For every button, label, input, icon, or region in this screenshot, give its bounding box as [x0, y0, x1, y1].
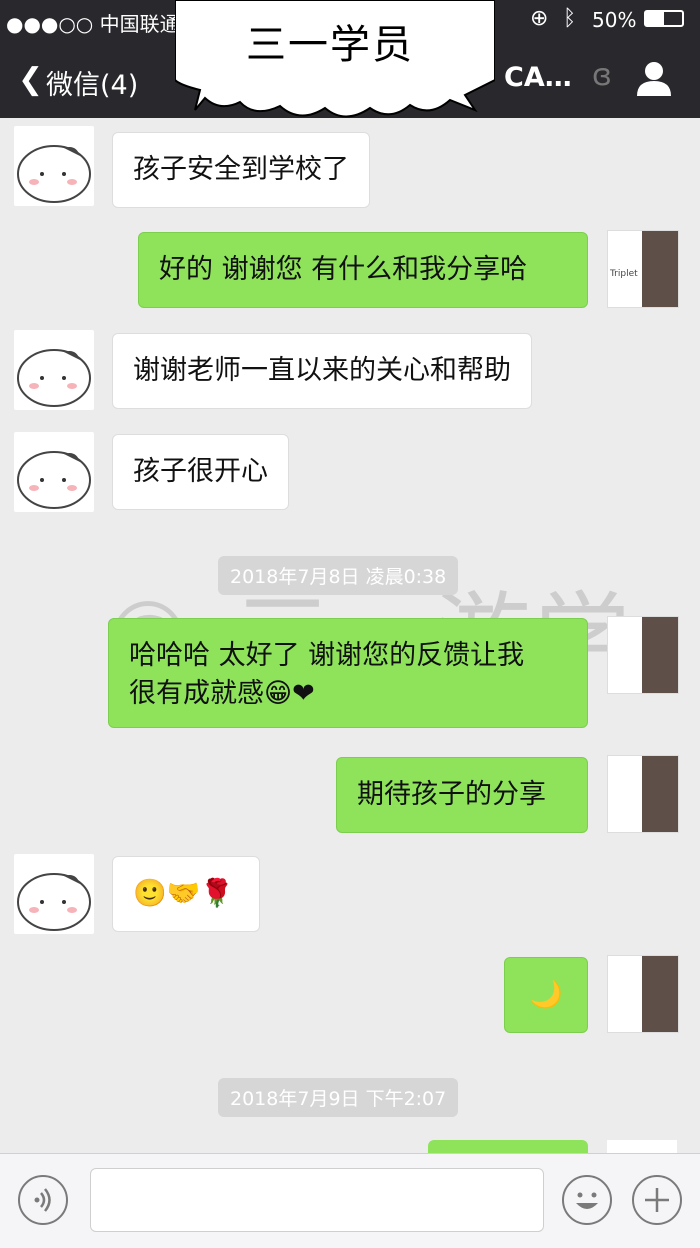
- chevron-left-icon: ❮: [18, 62, 44, 97]
- chat-title: CA…: [504, 62, 572, 93]
- overlay-title: 三一学员: [246, 22, 414, 68]
- user-avatar-partial[interactable]: [607, 1140, 677, 1154]
- contact-avatar[interactable]: [14, 330, 94, 410]
- timestamp: 2018年7月8日 凌晨0:38: [218, 556, 459, 595]
- user-avatar[interactable]: [607, 616, 679, 694]
- message-input[interactable]: [90, 1168, 544, 1232]
- back-label: 微信(4): [46, 70, 139, 101]
- battery-icon: [644, 10, 684, 27]
- message-bubble-outgoing[interactable]: 🌙: [504, 957, 588, 1033]
- contact-avatar[interactable]: [14, 432, 94, 512]
- ear-icon: ɞ: [592, 58, 612, 93]
- voice-icon: [34, 1188, 51, 1212]
- emoji-button[interactable]: [562, 1175, 612, 1225]
- message-bubble-incoming[interactable]: 孩子安全到学校了: [112, 132, 370, 208]
- message-bubble-outgoing[interactable]: 期待孩子的分享: [336, 757, 588, 833]
- voice-button[interactable]: [18, 1175, 68, 1225]
- message-bubble-incoming[interactable]: 🙂🤝🌹: [112, 856, 260, 932]
- plus-icon: [645, 1188, 669, 1212]
- contact-avatar[interactable]: [14, 854, 94, 934]
- message-line: 哈哈哈 太好了 谢谢您的反馈让我: [129, 640, 525, 671]
- contact-avatar[interactable]: [14, 126, 94, 206]
- message-bubble-outgoing[interactable]: 哈哈哈 太好了 谢谢您的反馈让我 很有成就感😁❤: [108, 618, 588, 728]
- profile-icon[interactable]: [634, 60, 674, 96]
- timestamp: 2018年7月9日 下午2:07: [218, 1078, 459, 1117]
- smiley-icon: [576, 1192, 598, 1209]
- user-avatar[interactable]: [607, 755, 679, 833]
- bluetooth-icon: ᛒ: [563, 6, 577, 31]
- message-bubble-outgoing[interactable]: 好的 谢谢您 有什么和我分享哈: [138, 232, 588, 308]
- lock-rotation-icon: ⊕: [530, 6, 549, 31]
- battery-percent: 50%: [592, 8, 637, 32]
- user-avatar[interactable]: [607, 955, 679, 1033]
- message-bubble-outgoing-partial[interactable]: [428, 1140, 588, 1154]
- carrier-label: ●●●○○ 中国联通: [6, 12, 180, 36]
- user-avatar[interactable]: Triplet: [607, 230, 679, 308]
- message-bubble-incoming[interactable]: 谢谢老师一直以来的关心和帮助: [112, 333, 532, 409]
- add-button[interactable]: [632, 1175, 682, 1225]
- message-bubble-incoming[interactable]: 孩子很开心: [112, 434, 289, 510]
- brand-label: Triplet: [610, 269, 638, 279]
- message-line: 很有成就感😁❤: [129, 678, 315, 709]
